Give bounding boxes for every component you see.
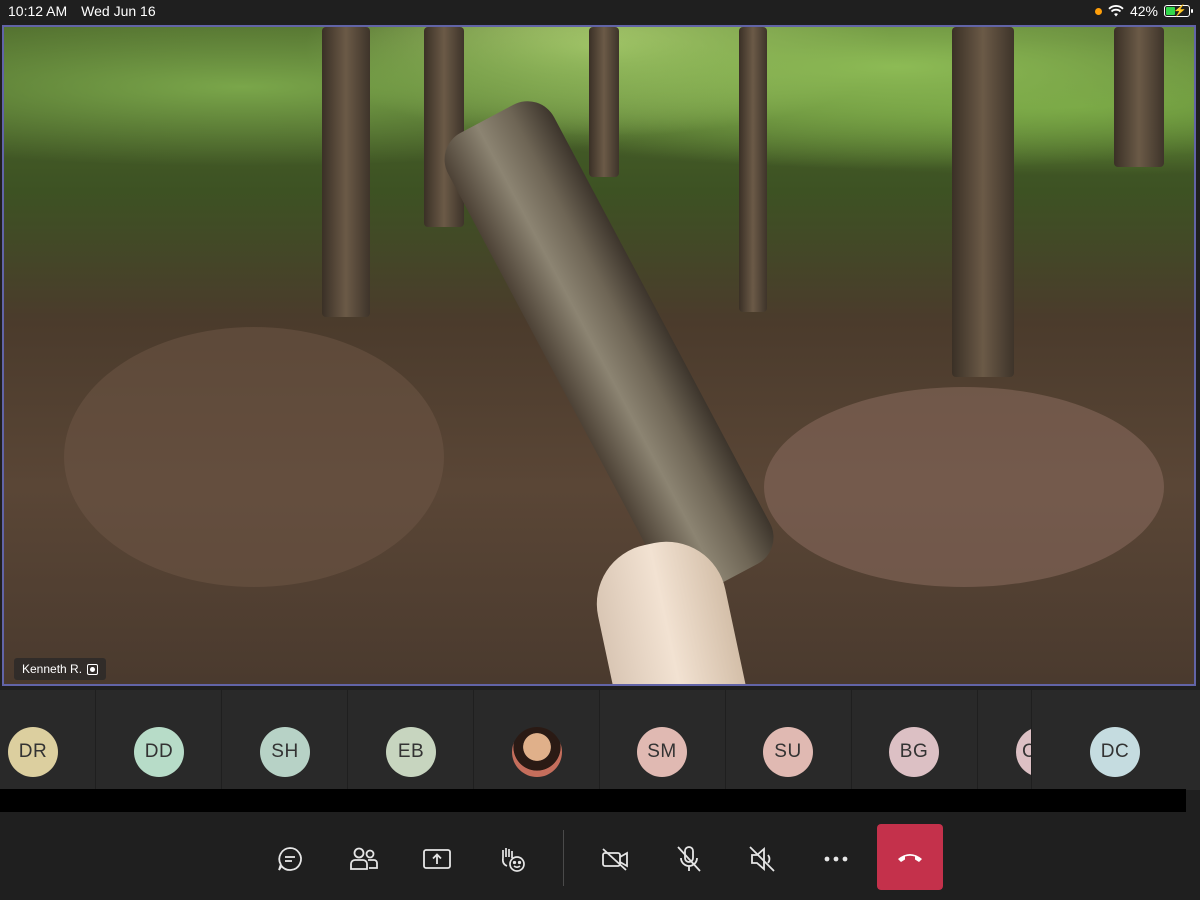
camera-button[interactable]: [593, 837, 637, 881]
spotlight-icon: [87, 663, 99, 675]
participant-name-tag: Kenneth R.: [14, 658, 107, 680]
participant-avatar: DC: [1090, 727, 1140, 777]
people-icon: [350, 847, 378, 870]
participant-photo-avatar: [512, 727, 562, 777]
hang-up-button[interactable]: [877, 824, 943, 890]
video-tree-trunk: [739, 27, 767, 312]
participant-initials: EB: [397, 741, 425, 762]
wifi-icon: [1108, 5, 1124, 17]
participant-initials: DD: [144, 741, 174, 762]
participant-avatar: SH: [260, 727, 310, 777]
main-video-feed[interactable]: Kenneth R.: [2, 25, 1196, 686]
participant-avatar: DR: [8, 727, 58, 777]
participant-tile[interactable]: EB: [348, 690, 474, 790]
participant-avatar: SM: [637, 727, 687, 777]
participant-tile[interactable]: SU: [726, 690, 852, 790]
orange-dot-indicator-icon: [1094, 7, 1102, 15]
video-ground-patch: [64, 327, 444, 587]
participant-initials: SH: [271, 741, 299, 762]
participant-tile[interactable]: SM: [600, 690, 726, 790]
battery-percent: 42%: [1129, 3, 1158, 19]
participant-avatar: SU: [763, 727, 813, 777]
participant-tile[interactable]: DC: [1032, 690, 1200, 790]
participants-strip: DR DD SH EB SM SU BG C: [0, 690, 1200, 790]
participants-button[interactable]: [342, 837, 386, 881]
video-ground-patch: [764, 387, 1164, 587]
participant-tile[interactable]: C: [978, 690, 1032, 790]
reactions-button[interactable]: [490, 837, 534, 881]
participant-initials: BG: [899, 741, 929, 762]
participant-initials: DC: [1100, 741, 1130, 762]
participant-name: Kenneth R.: [22, 662, 83, 676]
controls-divider: [563, 830, 564, 886]
participant-tile[interactable]: [474, 690, 600, 790]
video-tree-trunk: [424, 27, 464, 227]
speaker-off-icon: [749, 846, 775, 872]
raise-hand-icon: [501, 848, 525, 872]
participant-initials: DR: [18, 741, 48, 762]
microphone-button[interactable]: [667, 837, 711, 881]
participant-tile[interactable]: SH: [222, 690, 348, 790]
chat-icon: [278, 847, 302, 871]
chat-button[interactable]: [268, 837, 312, 881]
call-controls: [0, 812, 1200, 900]
participant-tile[interactable]: DD: [96, 690, 222, 790]
participant-tile[interactable]: BG: [852, 690, 978, 790]
camera-off-icon: [602, 848, 628, 871]
bolt-icon: ⚡: [1173, 5, 1187, 17]
more-options-button[interactable]: [814, 837, 858, 881]
share-button[interactable]: [415, 837, 459, 881]
participant-initials: SU: [774, 741, 802, 762]
participant-avatar: BG: [889, 727, 939, 777]
battery-charging-icon: ⚡: [1164, 5, 1193, 17]
mic-off-icon: [677, 846, 701, 872]
strip-scroll-bar: [0, 789, 1186, 812]
status-date: Wed Jun 16: [81, 3, 156, 19]
status-bar: 10:12 AM Wed Jun 16 42% ⚡: [0, 0, 1200, 24]
more-options-icon: [824, 856, 848, 862]
share-screen-icon: [423, 849, 451, 869]
participant-avatar: EB: [386, 727, 436, 777]
video-tree-trunk: [952, 27, 1014, 377]
video-tree-trunk: [322, 27, 370, 317]
video-tree-trunk: [1114, 27, 1164, 167]
status-time: 10:12 AM: [8, 3, 68, 19]
participant-avatar: DD: [134, 727, 184, 777]
video-tree-trunk: [589, 27, 619, 177]
participant-initials: SM: [647, 741, 677, 762]
participant-initials: C: [1022, 741, 1031, 763]
participant-tile[interactable]: DR: [0, 690, 96, 790]
speaker-button[interactable]: [740, 837, 784, 881]
hang-up-icon: [898, 854, 922, 862]
participant-avatar: C: [1016, 727, 1031, 777]
